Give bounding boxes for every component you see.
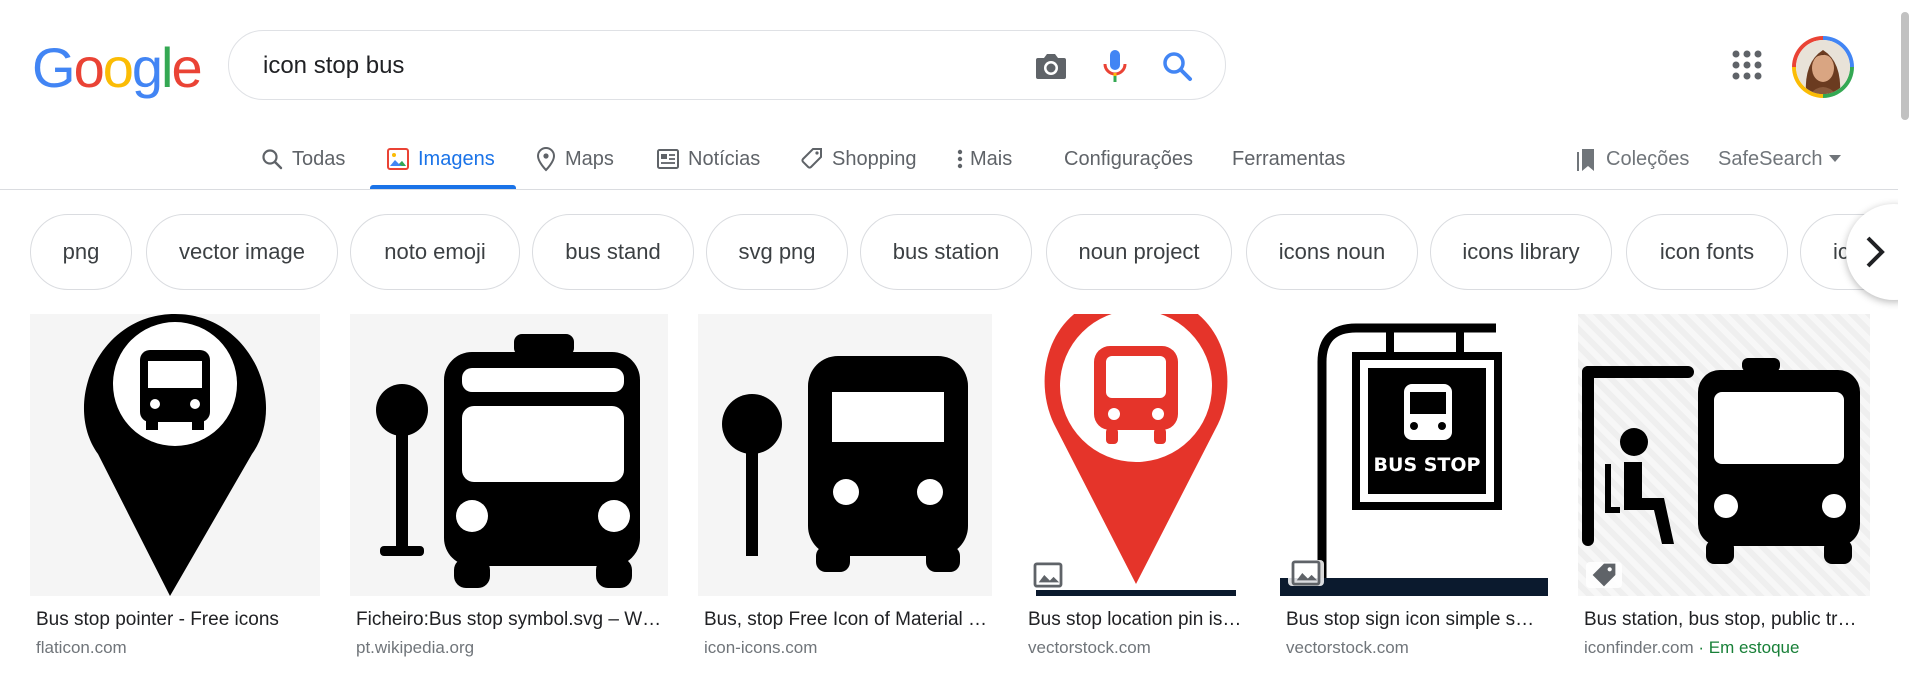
more-vert-icon bbox=[957, 149, 963, 169]
mic-icon[interactable] bbox=[1097, 48, 1133, 84]
result-title: Ficheiro:Bus stop symbol.svg – W… bbox=[356, 609, 662, 630]
tab-label: Mais bbox=[970, 147, 1013, 170]
chip-label: noun project bbox=[1078, 239, 1200, 264]
image-badge-icon bbox=[1030, 562, 1066, 588]
chip-noun-project[interactable]: noun project bbox=[1046, 214, 1232, 290]
profile-avatar[interactable] bbox=[1792, 36, 1854, 98]
settings-link[interactable]: Configurações bbox=[1064, 130, 1193, 188]
chip-label: svg png bbox=[738, 239, 816, 264]
image-sign-text: BUS STOP bbox=[1373, 454, 1481, 476]
tab-label: Notícias bbox=[688, 147, 761, 170]
apps-grid-icon[interactable] bbox=[1732, 50, 1762, 80]
search-tabs: Todas Imagens Maps Notícias Shopping Mai… bbox=[0, 130, 1912, 190]
chip-label: icons library bbox=[1462, 239, 1580, 264]
map-pin-icon bbox=[536, 146, 556, 172]
scrollbar-thumb[interactable] bbox=[1901, 12, 1909, 120]
search-box bbox=[228, 30, 1226, 100]
nav-divider bbox=[0, 189, 1912, 190]
tab-label: Imagens bbox=[418, 147, 495, 170]
tag-badge-icon bbox=[1586, 562, 1622, 588]
chip-icons-library[interactable]: icons library bbox=[1430, 214, 1612, 290]
logo-letter: o bbox=[73, 36, 105, 99]
chip-icons-noun[interactable]: icons noun bbox=[1246, 214, 1418, 290]
safesearch-label: SafeSearch bbox=[1718, 147, 1823, 170]
google-logo[interactable]: Google bbox=[32, 40, 203, 96]
chevron-right-icon bbox=[1866, 236, 1885, 268]
logo-letter: g bbox=[131, 36, 163, 99]
tab-todas[interactable]: Todas bbox=[260, 130, 345, 188]
logo-letter: l bbox=[161, 36, 174, 99]
search-icon[interactable] bbox=[1159, 48, 1195, 84]
tab-noticias[interactable]: Notícias bbox=[656, 130, 760, 188]
newspaper-icon bbox=[657, 149, 679, 169]
chip-bus-stand[interactable]: bus stand bbox=[532, 214, 694, 290]
result-source: flaticon.com bbox=[36, 638, 127, 657]
tab-maps[interactable]: Maps bbox=[535, 130, 614, 188]
search-input[interactable] bbox=[261, 45, 1025, 87]
settings-label: Configurações bbox=[1064, 147, 1193, 170]
caret-down-icon bbox=[1828, 155, 1841, 162]
tab-label: Shopping bbox=[832, 147, 917, 170]
result-thumbnail: BUS STOP bbox=[1280, 314, 1548, 596]
tab-label: Maps bbox=[565, 147, 614, 170]
camera-icon[interactable] bbox=[1033, 48, 1069, 84]
tab-shopping[interactable]: Shopping bbox=[800, 130, 917, 188]
chip-svg-png[interactable]: svg png bbox=[706, 214, 848, 290]
in-stock-label: · Em estoque bbox=[1693, 638, 1800, 657]
chip-vector-image[interactable]: vector image bbox=[146, 214, 338, 290]
safesearch-dropdown[interactable]: SafeSearch bbox=[1718, 130, 1841, 188]
logo-letter: e bbox=[171, 36, 202, 99]
result-source: vectorstock.com bbox=[1028, 638, 1151, 657]
image-badge-icon bbox=[1288, 560, 1324, 586]
result-source: pt.wikipedia.org bbox=[356, 638, 475, 657]
tools-link[interactable]: Ferramentas bbox=[1232, 130, 1345, 188]
chip-label: noto emoji bbox=[384, 239, 486, 264]
chip-label: vector image bbox=[179, 239, 305, 264]
tab-mais[interactable]: Mais bbox=[956, 130, 1012, 188]
result-thumbnail bbox=[1578, 314, 1870, 596]
result-thumbnail bbox=[698, 314, 992, 596]
search-icon bbox=[262, 149, 283, 170]
logo-letter: o bbox=[102, 36, 134, 99]
result-title: Bus stop pointer - Free icons bbox=[36, 609, 279, 630]
chip-label: png bbox=[62, 239, 100, 264]
collections-link[interactable]: Coleções bbox=[1576, 130, 1689, 188]
result-title: Bus stop sign icon simple s… bbox=[1286, 609, 1535, 630]
chip-label: icons noun bbox=[1278, 239, 1386, 264]
result-source: vectorstock.com bbox=[1286, 638, 1409, 657]
page-scrollbar[interactable] bbox=[1898, 0, 1912, 681]
tab-label: Todas bbox=[292, 147, 346, 170]
logo-letter: G bbox=[32, 36, 76, 99]
result-thumbnail bbox=[30, 314, 320, 596]
bus-front-icon bbox=[1380, 382, 1476, 446]
image-icon bbox=[387, 148, 409, 170]
result-title: Bus station, bus stop, public tr… bbox=[1584, 609, 1857, 630]
tab-imagens[interactable]: Imagens bbox=[386, 130, 495, 188]
result-source: iconfinder.com · Em estoque bbox=[1584, 638, 1800, 657]
avatar-image bbox=[1796, 40, 1850, 94]
result-thumbnail bbox=[350, 314, 668, 596]
chip-noto-emoji[interactable]: noto emoji bbox=[350, 214, 520, 290]
result-title: Bus, stop Free Icon of Material … bbox=[704, 609, 988, 630]
chip-label: bus stand bbox=[565, 239, 661, 264]
tools-label: Ferramentas bbox=[1232, 147, 1346, 170]
result-title: Bus stop location pin is… bbox=[1028, 609, 1242, 630]
chip-bus-station[interactable]: bus station bbox=[860, 214, 1032, 290]
tag-icon bbox=[801, 148, 822, 169]
collections-label: Coleções bbox=[1606, 147, 1690, 170]
result-source: icon-icons.com bbox=[704, 638, 818, 657]
result-thumbnail bbox=[1022, 314, 1250, 596]
chip-icon-fonts[interactable]: icon fonts bbox=[1626, 214, 1788, 290]
chip-label: icon fonts bbox=[1659, 239, 1755, 264]
chip-png[interactable]: png bbox=[30, 214, 132, 290]
bookmark-icon bbox=[1577, 149, 1594, 171]
chip-label: bus station bbox=[892, 239, 1000, 264]
